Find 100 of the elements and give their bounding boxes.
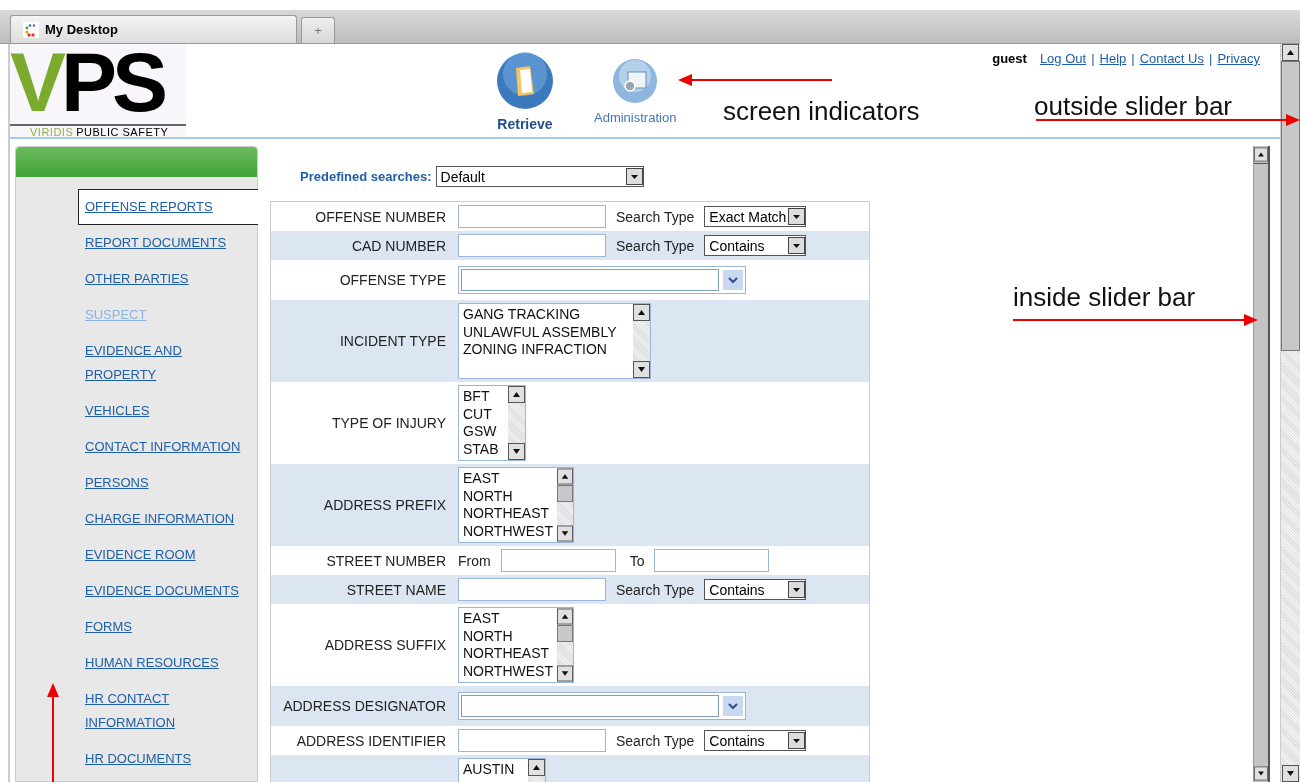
header-link[interactable]: Contact Us	[1139, 51, 1204, 66]
sidebar-link[interactable]: CONTACT INFORMATION	[78, 429, 257, 465]
search-type-label: Search Type	[616, 581, 695, 598]
from-field[interactable]	[500, 549, 616, 572]
list-option[interactable]: NORTHEAST	[463, 645, 553, 663]
scrollbar[interactable]	[508, 386, 525, 460]
search-type-select[interactable]: Contains	[704, 235, 807, 256]
list-option[interactable]: ZONING INFRACTION	[463, 341, 629, 359]
text-field[interactable]	[458, 234, 606, 257]
scroll-up-button[interactable]	[508, 386, 525, 403]
field-label: OFFENSE NUMBER	[314, 208, 446, 225]
scrollbar[interactable]	[556, 608, 573, 682]
outer-scrollbar[interactable]	[1280, 44, 1300, 782]
annotation-label: outside slider bar	[1034, 91, 1232, 122]
field-label: INCIDENT TYPE	[338, 333, 446, 349]
search-type-label: Search Type	[616, 237, 695, 254]
list-option[interactable]: NORTH	[463, 627, 553, 645]
field-label: STREET NAME	[345, 581, 446, 598]
to-label: To	[629, 552, 645, 569]
field-label: CAD NUMBER	[350, 237, 446, 254]
sidebar-link[interactable]: PERSONS	[78, 465, 257, 501]
scroll-thumb[interactable]	[556, 625, 573, 642]
sidebar-link[interactable]: CHARGE INFORMATION	[78, 501, 257, 537]
scroll-down-button[interactable]	[633, 361, 650, 378]
field-label: ADDRESS IDENTIFIER	[295, 732, 446, 749]
list-box[interactable]: GANG TRACKING UNLAWFUL ASSEMBLY ZONING INFRACTION	[458, 303, 651, 379]
text-field[interactable]	[458, 729, 606, 752]
field-label: ADDRESS PREFIX	[322, 497, 446, 513]
search-type-select[interactable]: Exact Match	[704, 206, 807, 227]
list-option[interactable]: GSW	[463, 423, 504, 441]
scroll-down-button[interactable]	[508, 443, 525, 460]
scroll-up-button[interactable]	[528, 759, 545, 776]
list-box[interactable]: EAST NORTH NORTHEAST NORTHWEST	[458, 467, 574, 543]
scroll-down-button[interactable]	[556, 665, 573, 682]
nav-button[interactable]: Retrieve	[496, 52, 554, 137]
list-option[interactable]: AUSTIN	[463, 761, 524, 779]
scrollbar[interactable]	[556, 468, 573, 542]
scroll-down-button[interactable]	[1281, 765, 1300, 782]
field-label: TYPE OF INJURY	[330, 415, 446, 431]
list-option[interactable]: NORTHWEST	[463, 662, 553, 680]
list-option[interactable]: NORTHWEST	[463, 522, 553, 540]
sidebar-link[interactable]: HUMAN RESOURCES	[78, 645, 257, 681]
search-type-select[interactable]: Contains	[704, 730, 807, 751]
scroll-down-button[interactable]	[1254, 765, 1268, 782]
separator: |	[1209, 51, 1213, 66]
list-option[interactable]: UNLAWFUL ASSEMBLY	[463, 323, 629, 341]
sidebar-link[interactable]: EVIDENCE AND PROPERTY	[78, 333, 257, 393]
scrollbar[interactable]	[633, 304, 650, 378]
sidebar-link[interactable]: EVIDENCE DOCUMENTS	[78, 573, 257, 609]
search-type-select[interactable]: Contains	[704, 579, 807, 600]
header-link[interactable]: Log Out	[1039, 51, 1087, 66]
scroll-up-button[interactable]	[556, 608, 573, 625]
search-type-label: Search Type	[616, 208, 695, 225]
nav-button[interactable]: Administration	[594, 52, 677, 137]
list-option[interactable]: BFT	[463, 388, 504, 406]
sidebar-link[interactable]: REPORT DOCUMENTS	[78, 225, 257, 261]
scroll-thumb[interactable]	[556, 485, 573, 502]
list-option[interactable]: NORTHEAST	[463, 505, 553, 523]
text-field[interactable]	[458, 205, 606, 228]
field-label: ADDRESS DESIGNATOR	[282, 698, 446, 714]
text-field[interactable]	[458, 578, 606, 601]
sidebar-link[interactable]: OFFENSE REPORTS	[78, 189, 258, 225]
predefined-searches-select[interactable]: Default	[435, 166, 644, 187]
sidebar-link[interactable]: EVIDENCE ROOM	[78, 537, 257, 573]
sidebar-link[interactable]: HR DOCUMENTS	[78, 741, 257, 777]
user-name: guest	[992, 51, 1027, 66]
list-option[interactable]: NORTH	[463, 487, 553, 505]
list-box[interactable]: EAST NORTH NORTHEAST NORTHWEST	[458, 607, 574, 683]
inner-scrollbar[interactable]	[1253, 146, 1270, 782]
sidebar-link[interactable]: VEHICLES	[78, 393, 257, 429]
list-option[interactable]: EAST	[463, 610, 553, 628]
sidebar-link[interactable]: OTHER PARTIES	[78, 261, 257, 297]
chevron-icon	[723, 696, 743, 716]
scroll-up-button[interactable]	[1254, 146, 1268, 163]
list-option[interactable]: GANG TRACKING	[463, 306, 629, 324]
predefined-searches-label: Predefined searches:	[300, 169, 432, 184]
field-label: ADDRESS SUFFIX	[323, 637, 446, 653]
header-link[interactable]: Privacy	[1217, 51, 1260, 66]
scroll-up-button[interactable]	[556, 468, 573, 485]
scroll-thumb[interactable]	[1281, 61, 1300, 351]
folder-icon	[496, 52, 554, 110]
browser-tab[interactable]: My Desktop	[10, 15, 297, 43]
list-option[interactable]: EAST	[463, 470, 553, 488]
annotation-label: screen indicators	[723, 96, 920, 127]
gear-icon	[612, 58, 659, 104]
sidebar-link[interactable]: HR CONTACT INFORMATION	[78, 681, 257, 741]
scroll-up-button[interactable]	[633, 304, 650, 321]
list-option[interactable]: CUT	[463, 405, 504, 423]
scroll-down-button[interactable]	[556, 525, 573, 542]
to-field[interactable]	[654, 549, 770, 572]
combo-box[interactable]	[458, 692, 746, 720]
scroll-up-button[interactable]	[1281, 44, 1300, 61]
list-option[interactable]: STAB	[463, 440, 504, 458]
sidebar-link[interactable]: FORMS	[78, 609, 257, 645]
combo-box[interactable]	[458, 266, 746, 294]
field-label: STREET NUMBER	[325, 552, 446, 569]
list-box[interactable]: AUSTIN	[458, 758, 546, 782]
list-box[interactable]: BFT CUT GSW STAB	[458, 385, 526, 461]
vps-logo: VPS VIRIDIS PUBLIC SAFETY	[10, 44, 186, 137]
header-link[interactable]: Help	[1099, 51, 1127, 66]
